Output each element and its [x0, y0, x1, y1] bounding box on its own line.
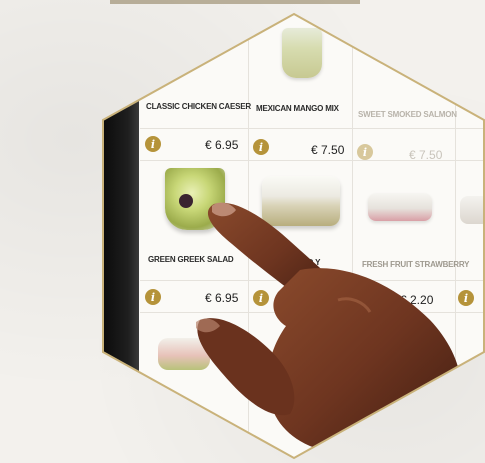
- item-price: € 6.95: [205, 138, 239, 152]
- product-image-mexican-mango-mix[interactable]: [282, 28, 322, 78]
- info-icon[interactable]: i: [145, 289, 161, 305]
- item-name[interactable]: GRANOLA AND Y: [256, 258, 320, 267]
- top-image-strip: [110, 0, 360, 4]
- item-price: € 7.50: [409, 148, 443, 162]
- item-name[interactable]: SWEET SMOKED SALMON: [358, 110, 457, 119]
- info-icon[interactable]: i: [253, 290, 269, 306]
- grid-divider: [352, 14, 353, 458]
- product-image-granola[interactable]: [262, 176, 340, 226]
- item-name[interactable]: MEXICAN MANGO MIX: [256, 104, 339, 113]
- product-image-partial[interactable]: [460, 196, 484, 224]
- grid-divider: [140, 312, 484, 313]
- grid-divider: [248, 14, 249, 458]
- info-icon[interactable]: i: [145, 136, 161, 152]
- product-image-green-greek-salad[interactable]: [165, 168, 225, 230]
- grid-divider: [140, 280, 484, 281]
- info-icon[interactable]: i: [357, 144, 373, 160]
- info-icon[interactable]: i: [458, 290, 474, 306]
- item-price: € 7.50: [311, 143, 345, 157]
- item-price: € 6.95: [205, 291, 239, 305]
- product-image-bottom[interactable]: [158, 338, 210, 370]
- item-name[interactable]: FRESH FRUIT STRAWBERRY: [362, 260, 470, 269]
- product-image-fresh-fruit-strawberry[interactable]: [368, 193, 432, 221]
- item-name[interactable]: GREEN GREEK SALAD: [148, 255, 234, 264]
- info-icon[interactable]: i: [253, 139, 269, 155]
- item-price: € 2.20: [400, 293, 434, 307]
- screen-bezel: [103, 100, 139, 380]
- grid-divider: [140, 128, 484, 129]
- item-name[interactable]: CLASSIC CHICKEN CAESER: [146, 102, 251, 111]
